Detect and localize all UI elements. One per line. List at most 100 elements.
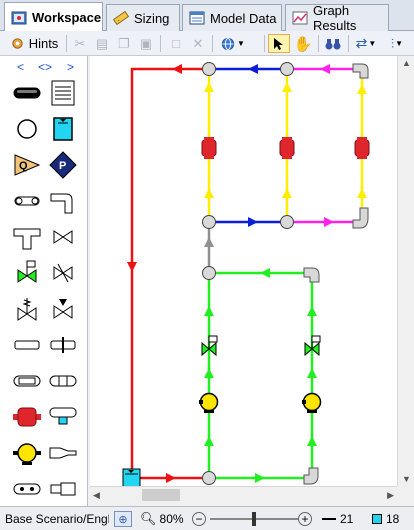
assigned-flow-tool-icon[interactable]: Q — [10, 150, 44, 180]
scroll-left-icon[interactable]: ◀ — [93, 490, 100, 501]
tab-model-data[interactable]: Model Data — [182, 4, 282, 31]
swap-direction-dropdown[interactable]: ⇄ ▼ — [352, 34, 380, 53]
orifice-tool-icon[interactable] — [10, 474, 44, 504]
zoom-out-button[interactable]: − — [192, 511, 206, 527]
pipe-network-diagram — [122, 62, 370, 486]
scroll-thumb[interactable] — [142, 489, 180, 501]
reservoir[interactable] — [122, 468, 141, 486]
pipe-count-value: 21 — [340, 512, 354, 526]
breakdown-valve-tool-icon[interactable] — [46, 294, 80, 324]
cut-button[interactable]: ✂ — [70, 34, 90, 53]
dead-end-tool-icon[interactable] — [10, 330, 44, 360]
delete-button[interactable]: ✕ — [188, 34, 208, 53]
zoom-slider-thumb[interactable] — [252, 512, 256, 526]
spray-discharge-tool-icon[interactable] — [46, 366, 80, 396]
workspace-canvas[interactable] — [90, 56, 397, 486]
fit-icon: ⊕ — [118, 513, 128, 526]
pipe-count-icon — [322, 518, 336, 520]
general-component-tool-icon[interactable] — [10, 402, 44, 432]
hints-label: Hints — [28, 36, 59, 51]
paste-button[interactable]: ▤ — [92, 34, 112, 53]
pan-hand-button[interactable]: ✋ — [292, 34, 314, 53]
reducer-tool-icon[interactable] — [46, 438, 80, 468]
plus-icon: + — [298, 512, 312, 526]
junction-node[interactable] — [280, 62, 294, 76]
pump-left[interactable] — [199, 392, 219, 414]
relief-valve-tool-icon[interactable] — [10, 294, 44, 324]
flow-arrow-icon — [320, 64, 330, 74]
pump-tool-icon[interactable] — [10, 438, 44, 468]
select-box-button[interactable]: □ — [166, 34, 186, 53]
elbow-green-bottom-right[interactable] — [303, 467, 319, 485]
tab-sizing[interactable]: Sizing — [106, 4, 180, 31]
scroll-right-icon[interactable]: ▶ — [387, 490, 394, 501]
copy-button[interactable]: ❐ — [114, 34, 134, 53]
junction-node[interactable] — [280, 215, 294, 229]
copy-icon: ❐ — [118, 35, 130, 51]
junction-node[interactable] — [202, 62, 216, 76]
hints-button[interactable]: Hints — [4, 34, 64, 53]
flow-arrow-icon — [248, 64, 258, 74]
paste-special-button[interactable]: ▣ — [136, 34, 156, 53]
bend-tool-icon[interactable] — [46, 474, 80, 504]
tee-tool-icon[interactable] — [10, 222, 44, 252]
control-valve-tool-icon[interactable] — [10, 258, 44, 288]
reservoir-tool-icon[interactable] — [46, 114, 80, 144]
junction-node[interactable] — [202, 215, 216, 229]
flow-arrow-icon — [127, 262, 137, 272]
scissors-icon: ✂ — [74, 35, 86, 51]
branch-tool-icon[interactable] — [10, 186, 44, 216]
zoom-readout[interactable]: 🔍︎ 80% — [140, 511, 184, 527]
general-component-middle[interactable] — [279, 137, 295, 159]
component-palette: < <> > Q P — [0, 56, 88, 508]
junction-tool-icon[interactable] — [10, 114, 44, 144]
fit-to-window-button[interactable]: ⊕ — [114, 511, 132, 527]
junction-node[interactable] — [202, 266, 216, 280]
align-dropdown[interactable]: ⫶ ▼ — [384, 34, 410, 53]
scrollbar-corner — [397, 486, 414, 503]
magnifier-icon: 🔍︎ — [140, 511, 157, 526]
pump-right[interactable] — [302, 392, 322, 414]
volume-balance-tool-icon[interactable] — [46, 402, 80, 432]
annotation-tool-icon[interactable] — [46, 78, 80, 108]
scroll-down-icon[interactable]: ▼ — [402, 474, 411, 484]
vertical-scrollbar[interactable]: ▲ ▼ — [397, 56, 414, 486]
tab-graph-results[interactable]: Graph Results — [285, 3, 389, 33]
close-icon: ✕ — [192, 35, 204, 51]
elbow-tool-icon[interactable] — [46, 186, 80, 216]
zoom-in-button[interactable]: + — [298, 511, 312, 527]
heat-exchanger-tool-icon[interactable] — [10, 366, 44, 396]
palette-all-button[interactable]: <> — [38, 60, 52, 74]
junction-node[interactable] — [202, 471, 216, 485]
tab-workspace[interactable]: Workspace — [4, 2, 103, 32]
tab-bar: Workspace Sizing Model Data Graph Result… — [0, 0, 414, 33]
horizontal-scrollbar[interactable]: ◀ ▶ — [90, 486, 397, 503]
scroll-up-icon[interactable]: ▲ — [402, 58, 411, 68]
palette-next-button[interactable]: > — [67, 60, 74, 74]
tab-workspace-label: Workspace — [32, 10, 102, 25]
zoom-slider[interactable] — [210, 511, 298, 527]
scenario-label[interactable]: Base Scenario/Engl... — [5, 511, 109, 527]
assigned-pressure-tool-icon[interactable]: P — [46, 150, 80, 180]
chevron-down-icon: ▼ — [237, 39, 245, 48]
paste-icon: ▣ — [139, 35, 153, 51]
square-icon: □ — [172, 36, 180, 51]
palette-prev-button[interactable]: < — [17, 60, 24, 74]
check-valve-tool-icon[interactable] — [46, 258, 80, 288]
valve-tool-icon[interactable] — [46, 222, 80, 252]
general-component-right[interactable] — [354, 137, 370, 159]
screen-tool-icon[interactable] — [46, 330, 80, 360]
minus-icon: − — [192, 512, 206, 526]
pipe-tool-icon[interactable] — [10, 78, 44, 108]
general-component-left[interactable] — [201, 137, 217, 159]
elbow-top-right[interactable] — [352, 63, 369, 79]
view-options-dropdown[interactable]: ▼ — [218, 34, 248, 53]
flow-arrow-icon — [172, 64, 182, 74]
pipe-red-supply[interactable] — [130, 67, 209, 469]
cursor-arrow-icon — [274, 37, 283, 50]
elbow-green-top-right[interactable] — [303, 267, 320, 283]
select-arrow-button[interactable] — [268, 34, 290, 53]
elbow-middle-right[interactable] — [352, 207, 369, 229]
find-button[interactable] — [322, 34, 344, 53]
globe-icon — [221, 37, 235, 50]
